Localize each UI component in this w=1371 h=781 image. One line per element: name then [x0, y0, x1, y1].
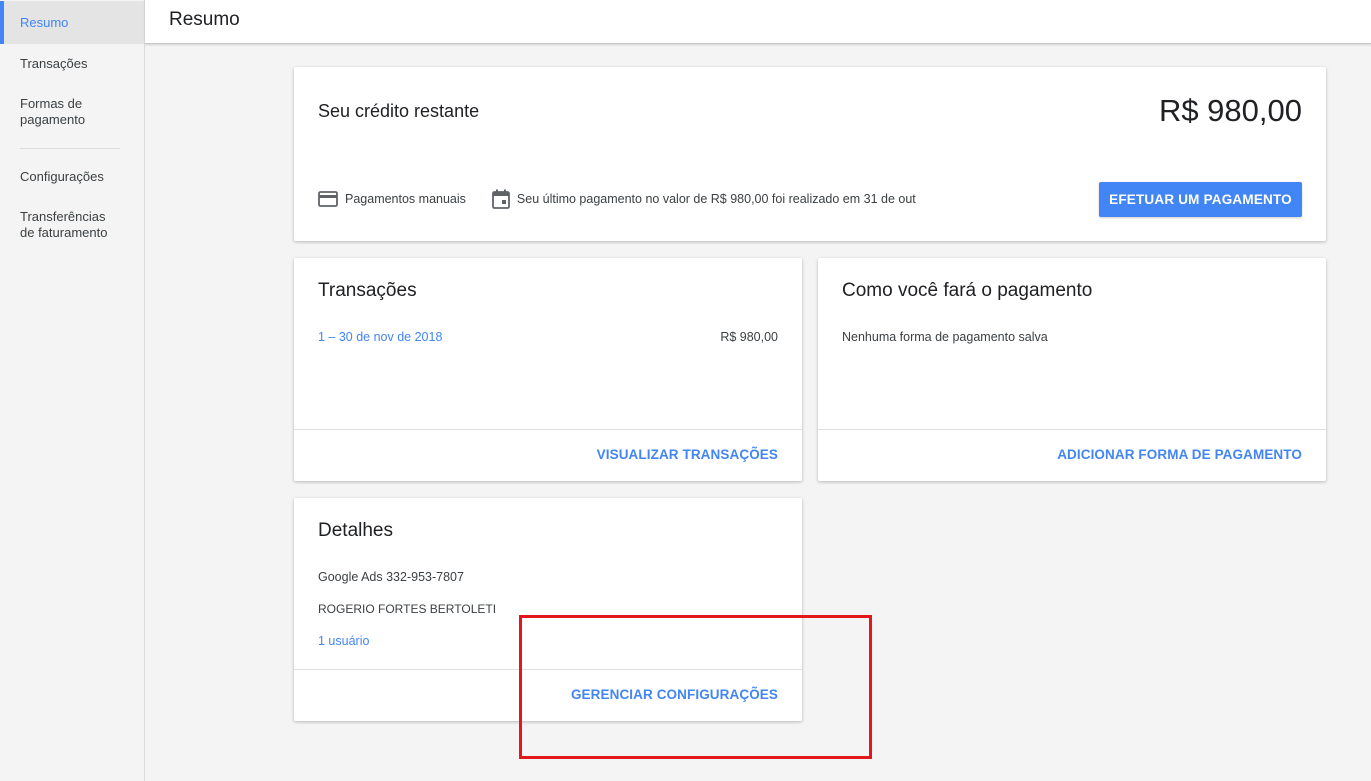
payment-method-card-footer: ADICIONAR FORMA DE PAGAMENTO [818, 429, 1326, 481]
transaction-amount: R$ 980,00 [720, 330, 778, 344]
payment-meta-row: Pagamentos manuais Seu último pagamento … [318, 189, 916, 209]
users-link[interactable]: 1 usuário [318, 634, 369, 648]
last-payment-text: Seu último pagamento no valor de R$ 980,… [516, 192, 916, 206]
transaction-period-link[interactable]: 1 – 30 de nov de 2018 [318, 330, 442, 344]
transactions-title: Transações [318, 280, 417, 301]
account-id-text: Google Ads 332-953-7807 [318, 570, 464, 584]
sidebar-item-label: Transferências de faturamento [20, 209, 108, 240]
payment-type-label: Pagamentos manuais [345, 192, 466, 206]
sidebar-item-transferencias-de-faturamento[interactable]: Transferências de faturamento [0, 209, 130, 241]
sidebar-item-label: Resumo [20, 15, 69, 30]
page-title: Resumo [169, 9, 240, 30]
credit-card-icon [318, 191, 338, 207]
credit-amount: R$ 980,00 [1158, 93, 1302, 128]
page-header: Resumo [145, 0, 1371, 44]
sidebar-item-resumo[interactable]: Resumo [0, 1, 144, 44]
sidebar-item-label: Transações [20, 56, 88, 71]
transactions-card: Transações 1 – 30 de nov de 2018 R$ 980,… [294, 258, 802, 481]
sidebar: Resumo Transações Formas de pagamento Co… [0, 0, 145, 781]
payment-method-title: Como você fará o pagamento [842, 280, 1093, 301]
sidebar-item-configuracoes[interactable]: Configurações [0, 169, 144, 185]
calendar-icon [492, 189, 510, 209]
sidebar-item-formas-de-pagamento[interactable]: Formas de pagamento [0, 96, 110, 128]
make-payment-button[interactable]: EFETUAR UM PAGAMENTO [1099, 182, 1302, 217]
sidebar-item-transacoes[interactable]: Transações [0, 56, 144, 72]
payment-method-card: Como você fará o pagamento Nenhuma forma… [818, 258, 1326, 481]
no-payment-method-text: Nenhuma forma de pagamento salva [842, 330, 1048, 344]
transactions-card-footer: VISUALIZAR TRANSAÇÕES [294, 429, 802, 481]
sidebar-item-label: Configurações [20, 169, 104, 184]
details-title: Detalhes [318, 520, 393, 541]
credit-title: Seu crédito restante [318, 101, 480, 121]
add-payment-method-button[interactable]: ADICIONAR FORMA DE PAGAMENTO [1057, 447, 1302, 462]
sidebar-divider [20, 148, 120, 149]
view-transactions-button[interactable]: VISUALIZAR TRANSAÇÕES [597, 447, 778, 462]
sidebar-item-label: Formas de pagamento [20, 96, 86, 127]
account-holder-name: ROGERIO FORTES BERTOLETI [318, 602, 497, 616]
credit-summary-card: Seu crédito restante R$ 980,00 Pagamento… [294, 67, 1326, 241]
highlight-box [519, 615, 872, 759]
